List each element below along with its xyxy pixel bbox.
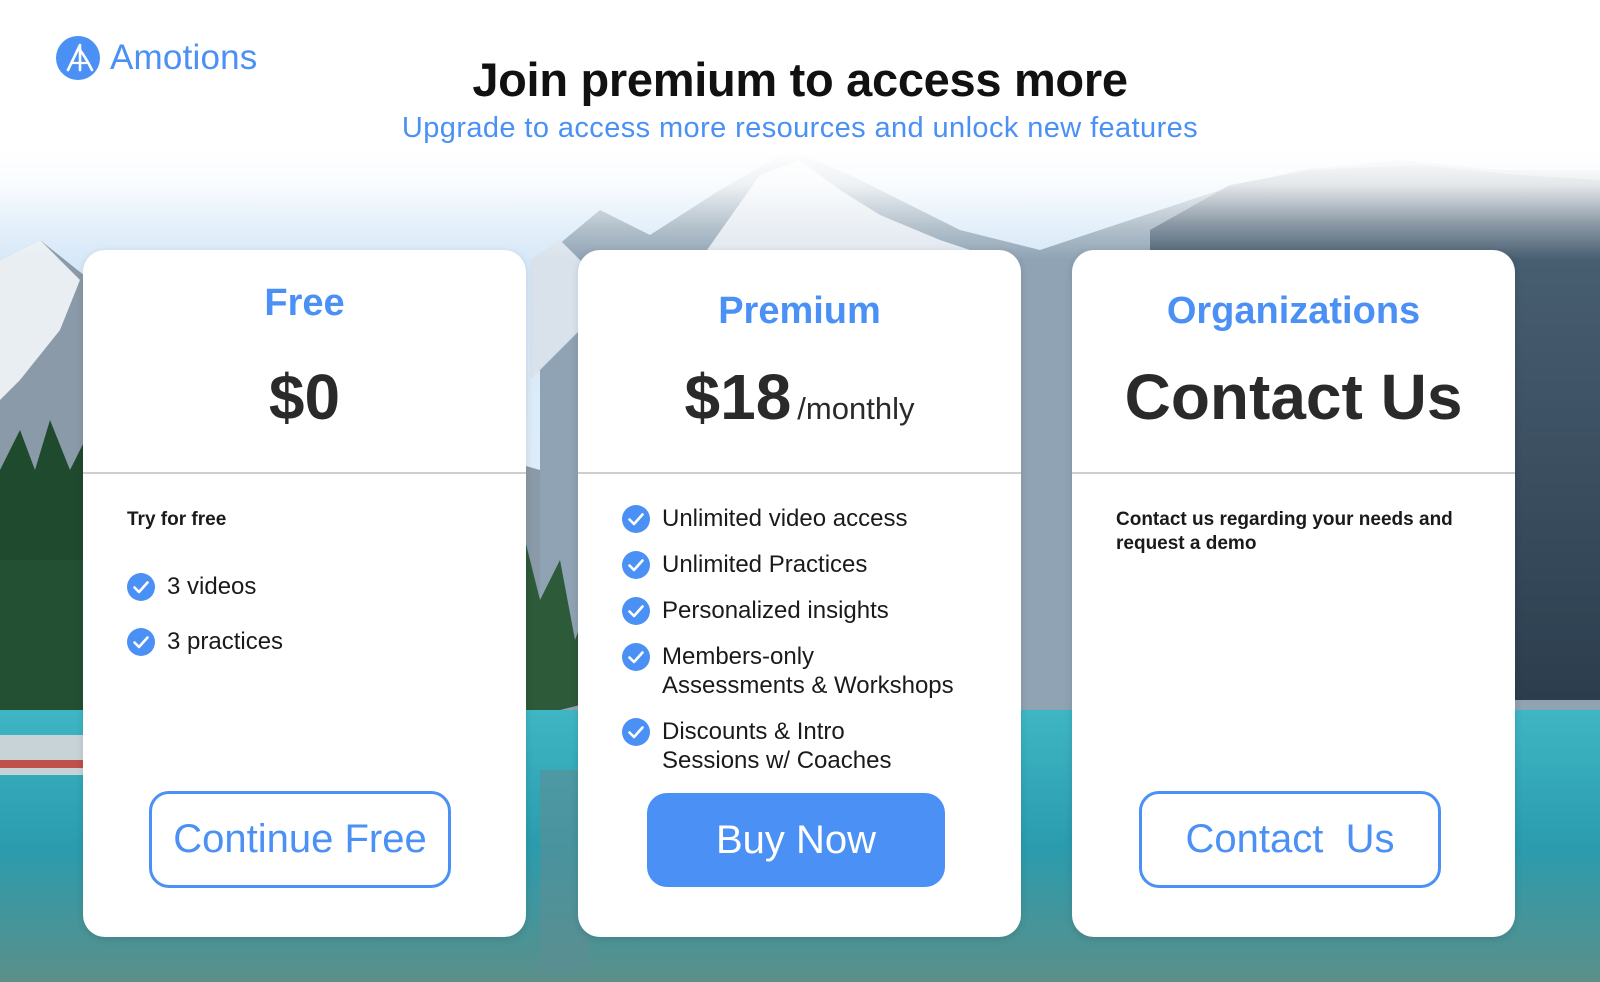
plan-header: Free $0 [83, 250, 526, 472]
button-label: Contact Us [1185, 817, 1395, 861]
price-row: $0 [83, 360, 526, 434]
feature-label: 3 videos [167, 573, 257, 600]
plan-name: Premium [718, 290, 881, 332]
plan-price: $0 [268, 361, 341, 433]
check-circle-icon [622, 597, 650, 625]
contact-us-button[interactable]: Contact Us [1139, 791, 1441, 888]
check-circle-icon [622, 643, 650, 671]
check-circle-icon [622, 505, 650, 533]
check-circle-icon [622, 551, 650, 579]
feature-label: Unlimited Practices [662, 551, 868, 578]
plan-card-organizations: Organizations Contact Us Contact us rega… [1072, 250, 1515, 937]
feature-item: Discounts & Intro Sessions w/ Coaches [622, 717, 1001, 775]
plan-period: /monthly [797, 391, 915, 426]
plan-intro: Try for free [127, 509, 227, 530]
price-row: Contact Us [1072, 360, 1515, 434]
feature-label: Members-only Assessments & Workshops [662, 643, 954, 699]
plan-price: $18 [684, 361, 792, 433]
feature-list: 3 videos 3 practices [127, 572, 506, 682]
plan-card-free: Free $0 Try for free 3 videos 3 practice… [83, 250, 526, 937]
plan-intro: Contact us regarding your needs and requ… [1116, 509, 1453, 554]
plan-card-premium: Premium $18/monthly Unlimited video acce… [578, 250, 1021, 937]
feature-item: 3 practices [127, 627, 506, 656]
button-label: Continue Free [173, 817, 427, 861]
feature-item: Unlimited video access [622, 504, 1001, 533]
feature-item: Unlimited Practices [622, 550, 1001, 579]
plan-header: Premium $18/monthly [578, 250, 1021, 472]
feature-label: Discounts & Intro Sessions w/ Coaches [662, 718, 892, 774]
buy-now-button[interactable]: Buy Now [647, 793, 945, 887]
plan-name: Free [264, 282, 345, 324]
plan-header: Organizations Contact Us [1072, 250, 1515, 472]
continue-free-button[interactable]: Continue Free [149, 791, 451, 888]
feature-label: Personalized insights [662, 597, 889, 624]
feature-item: Personalized insights [622, 596, 1001, 625]
plan-name: Organizations [1166, 290, 1421, 332]
plan-price: Contact Us [1124, 361, 1463, 433]
check-circle-icon [127, 573, 155, 601]
price-row: $18/monthly [578, 360, 1021, 434]
feature-list: Unlimited video access Unlimited Practic… [622, 504, 1001, 792]
check-circle-icon [622, 718, 650, 746]
feature-label: Unlimited video access [662, 505, 908, 532]
feature-item: Members-only Assessments & Workshops [622, 642, 1001, 700]
button-label: Buy Now [715, 817, 877, 862]
check-circle-icon [127, 628, 155, 656]
feature-item: 3 videos [127, 572, 506, 601]
feature-label: 3 practices [167, 628, 284, 655]
page-title: Join premium to access more [472, 53, 1128, 106]
page-subtitle: Upgrade to access more resources and unl… [401, 112, 1199, 144]
